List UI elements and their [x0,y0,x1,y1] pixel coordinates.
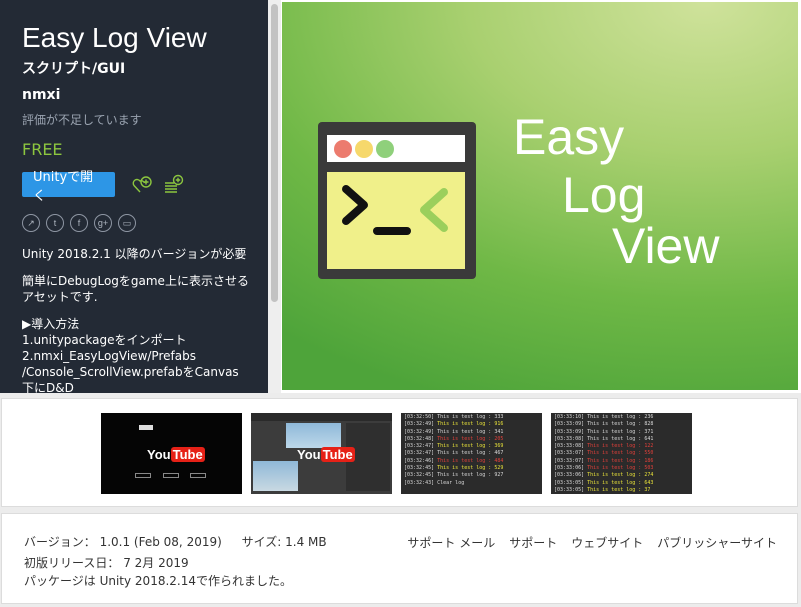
sidebar-scrollbar[interactable] [268,0,281,393]
log-line: [03:33:05] This is test log : 643 [554,479,654,486]
log-line: [03:32:48] This is test log : 205 [404,435,504,442]
log-line: [03:32:46] This is test log : 484 [404,457,504,464]
support-mail-link[interactable]: サポート メール [407,534,495,551]
google-plus-icon[interactable]: g+ [94,214,112,232]
add-to-favorites-icon[interactable] [131,174,153,196]
log-line: [03:33:07] This is test log : 186 [554,457,654,464]
add-to-list-icon[interactable] [163,174,185,196]
preview-button-graphic [139,425,153,430]
screenshot-thumbnail-4[interactable]: [03:33:10] This is test log : 236 [03:33:… [551,413,692,494]
log-line: [03:33:07] This is test log : 550 [554,450,654,457]
publisher-link[interactable]: nmxi [22,86,262,104]
log-line: [03:33:08] This is test log : 122 [554,443,654,450]
share-buttons: ↗ t f g+ ▭ [22,214,262,232]
game-view-graphic [253,461,298,491]
twitter-icon[interactable]: t [46,214,64,232]
log-line: [03:33:09] This is test log : 828 [554,421,654,428]
built-with-unity: パッケージは Unity 2018.2.14で作られました。 [24,574,292,588]
log-line: [03:32:43] Clear log [404,479,465,486]
log-line: [03:33:10] This is test log : 236 [554,414,654,420]
log-line: [03:32:47] This is test log : 369 [404,443,504,450]
install-steps: ▶導入方法 1.unitypackageをインポート 2.nmxi_EasyLo… [22,317,239,393]
scene-view-graphic [286,423,341,448]
website-link[interactable]: ウェブサイト [571,534,643,551]
log-line: [03:33:06] This is test log : 274 [554,472,654,479]
log-line: [03:33:08] This is test log : 641 [554,435,654,442]
facebook-icon[interactable]: f [70,214,88,232]
description-text: 簡単にDebugLogをgame上に表示させる アセットです. [22,274,249,304]
product-title: Easy Log View [22,22,207,53]
hero-word-easy: Easy [513,109,625,165]
console-window-icon [318,122,476,279]
hero-image[interactable]: Easy Log View [282,2,798,390]
log-line: [03:33:05] This is test log : 37 [554,486,651,493]
youtube-logo: You Tube [147,447,205,462]
share-link-icon[interactable]: ↗ [22,214,40,232]
product-sidebar: Easy Log View スクリプト/GUI nmxi 評価が不足しています … [0,0,281,393]
comment-icon[interactable]: ▭ [118,214,136,232]
video-thumbnail-2[interactable]: You Tube [251,413,392,494]
hero-word-log: Log [562,167,646,223]
sidebar-content: Easy Log View スクリプト/GUI nmxi 評価が不足しています … [22,22,262,393]
package-info: バージョン： 1.0.1 (Feb 08, 2019) サイズ: 1.4 MB … [1,513,798,604]
log-line: [03:32:45] This is test log : 529 [404,465,504,472]
log-line: [03:33:06] This is test log : 503 [554,465,654,472]
rating-status: 評価が不足しています [22,113,142,127]
size-info: サイズ: 1.4 MB [241,535,327,549]
product-description: Unity 2018.2.1 以降のバージョンが必要 簡単にDebugLogをg… [22,246,262,393]
open-in-unity-button[interactable]: Unityで開く [22,170,115,204]
log-line: [03:32:49] This is test log : 916 [404,421,504,428]
version-size-line: バージョン： 1.0.1 (Feb 08, 2019) サイズ: 1.4 MB [24,534,327,550]
product-header: Easy Log View スクリプト/GUI nmxi 評価が不足しています … [0,0,801,393]
video-thumbnail-1[interactable]: You Tube [101,413,242,494]
media-thumbnail-strip: You Tube You Tube [03:32:50] This is test … [1,398,798,507]
price-label: FREE [22,140,63,159]
version-info: バージョン： 1.0.1 (Feb 08, 2019) [24,535,222,549]
log-line: [03:32:45] This is test log : 927 [404,472,504,479]
screenshot-thumbnail-3[interactable]: [03:32:50] This is test log : 333 [03:32:… [401,413,542,494]
scrollbar-thumb[interactable] [271,4,278,302]
hero-word-view: View [612,218,720,274]
youtube-logo: You Tube [297,447,355,462]
support-links: サポート メール サポート ウェブサイト パブリッシャーサイト [393,534,777,551]
support-link[interactable]: サポート [509,534,557,551]
log-line: [03:33:09] This is test log : 371 [554,428,654,435]
preview-button-row [135,473,210,478]
publisher-site-link[interactable]: パブリッシャーサイト [657,534,777,551]
log-line: [03:32:49] This is test log : 341 [404,428,504,435]
action-row: Unityで開く [22,170,262,204]
log-line: [03:32:50] This is test log : 333 [404,414,504,420]
log-line: [03:32:47] This is test log : 467 [404,450,504,457]
product-category-link[interactable]: スクリプト/GUI [22,60,262,78]
version-requirement: Unity 2018.2.1 以降のバージョンが必要 [22,247,247,261]
first-release-date: 初版リリース日： 7 2月 2019 [24,556,189,570]
